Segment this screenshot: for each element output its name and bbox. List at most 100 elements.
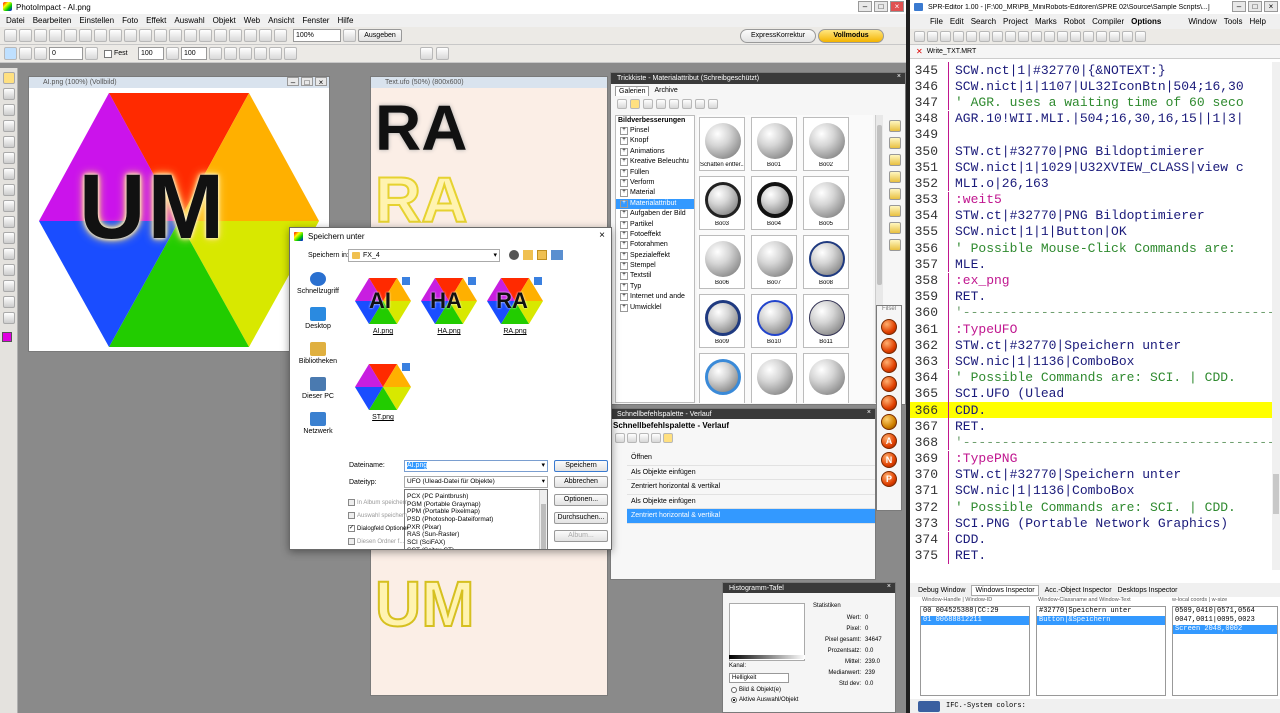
code-scrollbar[interactable] xyxy=(1272,62,1280,570)
inspector-tab[interactable]: Acc.-Object Inspector xyxy=(1045,587,1112,594)
print-icon[interactable] xyxy=(49,29,62,42)
help-icon[interactable] xyxy=(1135,31,1146,42)
code-line[interactable]: 363 SCW.nic|1|1136|ComboBox xyxy=(910,353,1274,370)
bookmark-icon[interactable] xyxy=(1122,31,1133,42)
save-doc-icon[interactable] xyxy=(940,31,951,42)
rotate-icon[interactable] xyxy=(169,29,182,42)
code-line[interactable]: 350 STW.ct|#32770|PNG Bildoptimierer xyxy=(910,143,1274,160)
paste-text-icon[interactable] xyxy=(1005,31,1016,42)
crop-icon[interactable] xyxy=(154,29,167,42)
expresskorrektur-button[interactable]: ExpressKorrektur xyxy=(740,29,816,43)
inspector-row[interactable]: 0509,0410|0571,0564 xyxy=(1173,607,1277,616)
code-line[interactable]: 362 STW.ct|#32770|Speichern unter xyxy=(910,337,1274,354)
run-icon[interactable] xyxy=(1044,31,1055,42)
select-tool-icon[interactable] xyxy=(2,88,15,100)
material-swatch[interactable]: Bo05 xyxy=(803,176,849,230)
close-icon[interactable]: × xyxy=(890,1,904,12)
material-swatch[interactable] xyxy=(699,353,745,403)
filetype-option[interactable]: PGM (Portable Graymap) xyxy=(405,501,547,509)
flip-icon[interactable] xyxy=(184,29,197,42)
filetype-option[interactable]: PPM (Portable Pixelmap) xyxy=(405,508,547,516)
search-icon[interactable] xyxy=(695,99,705,109)
paint-tool-icon[interactable] xyxy=(2,168,15,180)
spr-menu-edit[interactable]: Edit xyxy=(950,17,964,26)
code-line[interactable]: 374 CDD. xyxy=(910,531,1274,548)
color-swatch-icon[interactable] xyxy=(2,312,15,324)
pause-fx-icon[interactable] xyxy=(881,376,897,392)
minimize-icon[interactable]: – xyxy=(858,1,872,12)
code-line[interactable]: 355 SCW.nict|1|1|Button|OK xyxy=(910,223,1274,240)
kanal-select[interactable]: Helligkeit xyxy=(729,673,789,683)
nav-dieser-pc[interactable]: Dieser PC xyxy=(290,377,346,400)
circle-dot-icon[interactable] xyxy=(34,47,47,60)
command-item[interactable]: Zentriert horizontal & vertikal xyxy=(627,509,875,524)
code-line[interactable]: 356 ' Possible Mouse-Click Commands are: xyxy=(910,240,1274,257)
inspector-tab[interactable]: Desktops Inspector xyxy=(1118,587,1178,594)
spr-titlebar[interactable]: SPR-Editor 1.00 - [F:\00_MR\PB_MiniRobot… xyxy=(910,0,1280,14)
spr-minimize-icon[interactable]: – xyxy=(1232,1,1246,12)
crop-tool-icon[interactable] xyxy=(2,136,15,148)
save-in-combobox[interactable]: FX_4 ▾ xyxy=(348,249,500,262)
tree-item[interactable]: Pinsel xyxy=(616,126,694,136)
material-swatch[interactable] xyxy=(803,353,849,403)
menu-objekt[interactable]: Objekt xyxy=(213,16,236,25)
menu-effekt[interactable]: Effekt xyxy=(146,16,166,25)
command-item[interactable]: Öffnen xyxy=(627,451,875,466)
tree-item[interactable]: Materialattribut xyxy=(616,198,694,210)
export-icon[interactable] xyxy=(889,222,901,234)
path-tool-icon[interactable] xyxy=(2,248,15,260)
code-line[interactable]: 370 STW.ct|#32770|Speichern unter xyxy=(910,466,1274,483)
code-line[interactable]: 372 ' Possible Commands are: SCI. | CDD. xyxy=(910,499,1274,516)
menu-ansicht[interactable]: Ansicht xyxy=(268,16,294,25)
tree-item[interactable]: Stempel xyxy=(616,261,694,271)
menu-einstellen[interactable]: Einstellen xyxy=(79,16,114,25)
eraser-tool-icon[interactable] xyxy=(2,200,15,212)
panel-icon[interactable] xyxy=(420,47,433,60)
code-line[interactable]: 364 ' Possible Commands are: SCI. | CDD. xyxy=(910,369,1274,386)
code-line[interactable]: 359 RET. xyxy=(910,288,1274,305)
menu-fenster[interactable]: Fenster xyxy=(302,16,329,25)
record-icon[interactable] xyxy=(627,433,637,443)
code-line[interactable]: 354 STW.ct|#32770|PNG Bildoptimierer xyxy=(910,207,1274,224)
cut-text-icon[interactable] xyxy=(979,31,990,42)
delete-step-icon[interactable] xyxy=(639,433,649,443)
settings-icon[interactable] xyxy=(708,99,718,109)
options-icon[interactable] xyxy=(643,99,653,109)
material-swatch[interactable]: Bo06 xyxy=(699,235,745,289)
spr-menu-compiler[interactable]: Compiler xyxy=(1092,17,1124,26)
tree-item[interactable]: Spezialeffekt xyxy=(616,251,694,261)
dialog-checkbox[interactable]: Diesen Ordner f... xyxy=(348,535,408,548)
nav-desktop[interactable]: Desktop xyxy=(290,307,346,330)
nav-schnellzugriff[interactable]: Schnellzugriff xyxy=(290,272,346,295)
spr-menu-search[interactable]: Search xyxy=(971,17,996,26)
spr-menu-options[interactable]: Options xyxy=(1131,17,1161,26)
settings-side-icon[interactable] xyxy=(889,205,901,217)
code-line[interactable]: 375 RET. xyxy=(910,547,1274,564)
tree-item[interactable]: Material xyxy=(616,188,694,198)
material-swatch[interactable]: Bo04 xyxy=(751,176,797,230)
layer-icon[interactable] xyxy=(244,29,257,42)
code-line[interactable]: 360 '------------------------------------… xyxy=(910,304,1274,321)
file-item[interactable]: RA RA.png xyxy=(484,276,546,335)
inspector-row[interactable]: #32770|Speichern unter xyxy=(1037,607,1165,616)
doc1-minimize-icon[interactable]: – xyxy=(287,77,299,87)
filetype-option[interactable]: PXR (Pixar) xyxy=(405,524,547,532)
open-file-icon[interactable] xyxy=(19,29,32,42)
favorite-icon[interactable] xyxy=(889,188,901,200)
code-line[interactable]: 353:weit5 xyxy=(910,191,1274,208)
copy-icon[interactable] xyxy=(94,29,107,42)
save-all-icon[interactable] xyxy=(953,31,964,42)
material-swatch[interactable]: Bo07 xyxy=(751,235,797,289)
retouch-icon[interactable] xyxy=(2,296,15,308)
code-line[interactable]: 351 SCW.nict|1|1029|U32XVIEW_CLASS|view c xyxy=(910,159,1274,176)
back-icon[interactable] xyxy=(509,250,519,260)
code-line[interactable]: 348 AGR.10!WII.MLI.|504;16,30,16,15||1|3| xyxy=(910,110,1274,127)
tree-item[interactable]: Kreative Beleuchtu xyxy=(616,157,694,167)
fill-tool-icon[interactable] xyxy=(2,216,15,228)
material-swatch[interactable]: Bo09 xyxy=(699,294,745,348)
tree-item[interactable]: Fotoeffekt xyxy=(616,230,694,240)
save-dialog-titlebar[interactable]: Speichern unter × xyxy=(290,228,611,245)
filename-input[interactable]: AI.png ▾ xyxy=(404,460,548,472)
material-swatch[interactable]: Bo10 xyxy=(751,294,797,348)
no-entry-icon[interactable] xyxy=(881,414,897,430)
